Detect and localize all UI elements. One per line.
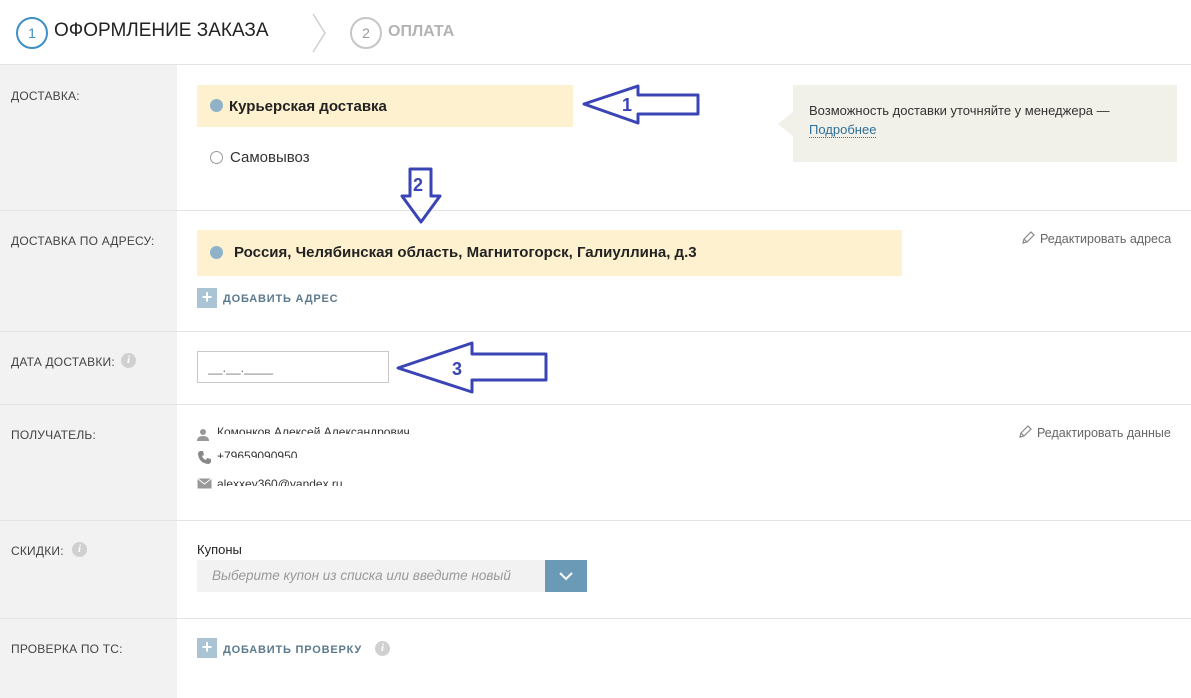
radio-selected-icon[interactable] (210, 246, 223, 259)
coupon-dropdown-button[interactable] (545, 560, 587, 592)
edit-recipient-label: Редактировать данные (1037, 426, 1171, 440)
coupon-input[interactable]: Выберите купон из списка или введите нов… (197, 560, 545, 592)
recipient-name-clip: Комонков Алексей Александрович (217, 423, 457, 434)
info-icon[interactable]: i (72, 542, 87, 557)
step-1-label: ОФОРМЛЕНИЕ ЗАКАЗА (54, 20, 269, 41)
address-option-selected[interactable]: Россия, Челябинская область, Магнитогорс… (197, 230, 902, 276)
recipient-label: ПОЛУЧАТЕЛЬ: (11, 428, 97, 442)
discounts-row: СКИДКИ: i (0, 520, 1191, 618)
recipient-row: ПОЛУЧАТЕЛЬ: (0, 404, 1191, 520)
user-icon (197, 429, 209, 441)
address-label-cell: ДОСТАВКА ПО АДРЕСУ: (0, 211, 177, 331)
info-icon[interactable]: i (375, 641, 390, 656)
step-2-label[interactable]: ОПЛАТА (388, 23, 454, 41)
check-label-cell: ПРОВЕРКА ПО ТС: (0, 619, 177, 698)
add-address-button[interactable]: + ДОБАВИТЬ АДРЕС (197, 288, 357, 310)
date-row: ДАТА ДОСТАВКИ: i (0, 331, 1191, 404)
delivery-date-input[interactable] (197, 351, 389, 383)
delivery-tip-link[interactable]: Подробнее (809, 122, 877, 138)
plus-icon: + (197, 288, 217, 308)
recipient-phone: +79659090950 (217, 449, 298, 458)
delivery-option-pickup-label: Самовывоз (230, 149, 310, 166)
phone-icon (198, 451, 211, 464)
recipient-email-clip: alexxey360@yandex.ru (217, 475, 367, 486)
delivery-tip: Возможность доставки уточняйте у менедже… (793, 85, 1177, 162)
recipient-label-cell: ПОЛУЧАТЕЛЬ: (0, 405, 177, 520)
selected-address-text: Россия, Челябинская область, Магнитогорс… (234, 244, 697, 261)
pencil-icon (1019, 425, 1032, 438)
discounts-label-cell: СКИДКИ: i (0, 521, 177, 618)
mail-icon (197, 478, 212, 489)
info-icon[interactable]: i (121, 353, 136, 368)
checkout-steps: 1 ОФОРМЛЕНИЕ ЗАКАЗА 2 ОПЛАТА (0, 0, 1191, 64)
step-1-number: 1 (16, 17, 48, 49)
pencil-icon (1022, 231, 1035, 244)
delivery-tip-text: Возможность доставки уточняйте у менедже… (809, 103, 1110, 118)
tip-pointer (778, 111, 794, 137)
chevron-down-icon (559, 572, 573, 581)
add-address-label: ДОБАВИТЬ АДРЕС (223, 293, 339, 305)
add-check-button[interactable]: + ДОБАВИТЬ ПРОВЕРКУ (197, 638, 367, 660)
recipient-phone-clip: +79659090950 (217, 447, 317, 458)
edit-addresses-label: Редактировать адреса (1040, 232, 1172, 246)
date-label-cell: ДАТА ДОСТАВКИ: i (0, 332, 177, 404)
step-2-number[interactable]: 2 (350, 17, 382, 49)
check-label: ПРОВЕРКА ПО ТС: (11, 642, 123, 656)
add-check-label: ДОБАВИТЬ ПРОВЕРКУ (223, 644, 363, 656)
delivery-option-pickup[interactable]: Самовывоз (197, 140, 397, 176)
radio-selected-icon[interactable] (210, 99, 223, 112)
address-label: ДОСТАВКА ПО АДРЕСУ: (11, 234, 155, 248)
discounts-label: СКИДКИ: (11, 544, 64, 558)
plus-icon: + (197, 638, 217, 658)
date-label: ДАТА ДОСТАВКИ: (11, 355, 115, 369)
radio-empty-icon[interactable] (210, 151, 223, 164)
delivery-label-cell: ДОСТАВКА: (0, 65, 177, 210)
recipient-name: Комонков Алексей Александрович (217, 425, 410, 434)
chevron-right-icon (312, 13, 326, 53)
coupons-title: Купоны (197, 542, 242, 557)
delivery-label: ДОСТАВКА: (11, 89, 80, 103)
recipient-email: alexxey360@yandex.ru (217, 477, 343, 486)
delivery-option-courier[interactable]: Курьерская доставка (197, 85, 573, 127)
delivery-option-courier-label: Курьерская доставка (229, 98, 387, 115)
check-row: ПРОВЕРКА ПО ТС: (0, 618, 1191, 698)
